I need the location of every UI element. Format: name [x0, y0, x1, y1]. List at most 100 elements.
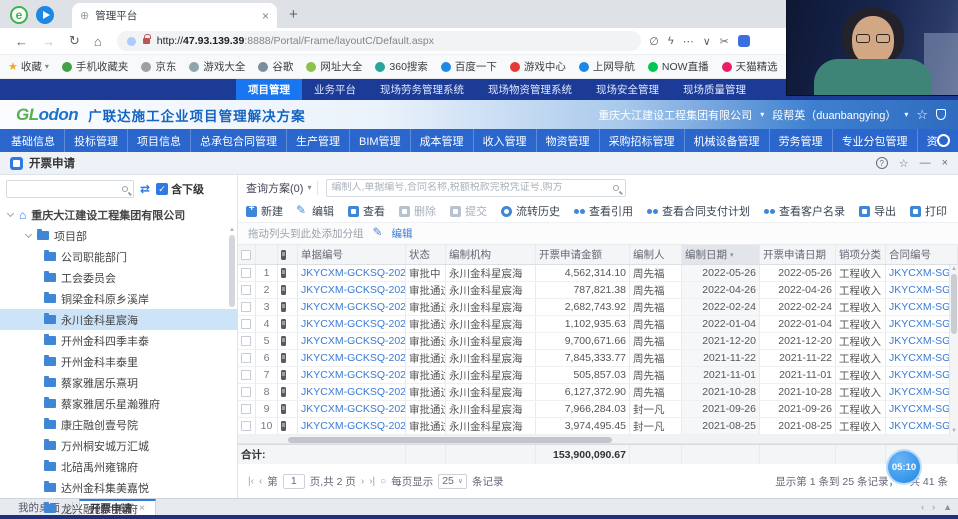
- attachment-icon[interactable]: [281, 302, 286, 312]
- table-row[interactable]: 6 JKYCXM-GCKSQ-2021... 审批通过 永川金科星宸海 7,84…: [238, 350, 958, 367]
- portal-nav-item[interactable]: 现场劳务管理系统: [368, 79, 476, 100]
- row-checkbox[interactable]: [241, 421, 251, 431]
- table-row[interactable]: 7 JKYCXM-GCKSQ-2021... 审批通过 永川金科星宸海 505,…: [238, 367, 958, 384]
- table-row[interactable]: 4 JKYCXM-GCKSQ-2022... 审批通过 永川金科星宸海 1,10…: [238, 316, 958, 333]
- url-box[interactable]: http://47.93.139.39:8888/Portal/Frame/la…: [117, 31, 642, 51]
- attachment-icon[interactable]: [281, 404, 286, 414]
- contract-link[interactable]: JKYCXM-SG...: [886, 401, 958, 417]
- project-tree-item[interactable]: 万州桐安城万汇城: [0, 435, 237, 456]
- module-menu-item[interactable]: 收入管理: [474, 129, 537, 152]
- project-tree-item[interactable]: 康庄融创壹号院: [0, 414, 237, 435]
- project-tree-item[interactable]: 蔡家雅居乐熹玥: [0, 372, 237, 393]
- table-row[interactable]: 2 JKYCXM-GCKSQ-2022... 审批通过 永川金科星宸海 787,…: [238, 282, 958, 299]
- col-category[interactable]: 销项分类: [836, 245, 886, 264]
- contract-link[interactable]: JKYCXM-SG...: [886, 282, 958, 298]
- refresh-icon[interactable]: ○: [380, 476, 386, 487]
- include-sub-checkbox[interactable]: ✓: [156, 183, 168, 195]
- portal-nav-item[interactable]: 业务平台: [302, 79, 368, 100]
- col-status[interactable]: 状态: [406, 245, 446, 264]
- project-tree-item[interactable]: 龙兴融创九宸府: [0, 498, 237, 519]
- portal-nav-item[interactable]: 项目管理: [236, 79, 302, 100]
- module-menu-item[interactable]: 劳务管理: [770, 129, 833, 152]
- doc-no-link[interactable]: JKYCXM-GCKSQ-2021...: [298, 367, 406, 383]
- back-icon[interactable]: ←: [15, 34, 28, 49]
- row-checkbox[interactable]: [241, 302, 251, 312]
- close-icon[interactable]: ×: [942, 157, 948, 169]
- select-all-checkbox[interactable]: [241, 250, 251, 260]
- record-search-input[interactable]: [331, 182, 613, 193]
- bookmark-item[interactable]: NOW直播: [648, 59, 709, 74]
- table-row[interactable]: 9 JKYCXM-GCKSQ-2021... 审批通过 永川金科星宸海 7,96…: [238, 401, 958, 418]
- portal-nav-item[interactable]: 现场安全管理: [584, 79, 671, 100]
- toolbar-button[interactable]: 查看合同支付计划: [647, 203, 750, 219]
- doc-no-link[interactable]: JKYCXM-GCKSQ-2021...: [298, 418, 406, 434]
- page-number-input[interactable]: 1: [283, 474, 305, 489]
- bookmark-item[interactable]: 网址大全: [306, 59, 362, 74]
- row-checkbox[interactable]: [241, 319, 251, 329]
- record-search-box[interactable]: [326, 179, 626, 197]
- row-checkbox[interactable]: [241, 268, 251, 278]
- block-icon[interactable]: ∅: [649, 35, 659, 48]
- extension-icon[interactable]: [738, 35, 750, 47]
- doc-no-link[interactable]: JKYCXM-GCKSQ-2022...: [298, 316, 406, 332]
- new-tab-button[interactable]: +: [289, 6, 298, 23]
- toolbar-button[interactable]: 导出: [859, 203, 896, 219]
- reload-icon[interactable]: ↻: [69, 33, 80, 49]
- doc-no-link[interactable]: JKYCXM-GCKSQ-2022...: [298, 282, 406, 298]
- toolbar-button[interactable]: 编辑: [297, 203, 334, 219]
- attachment-icon[interactable]: [281, 421, 286, 431]
- col-doc-no[interactable]: 单据编号: [298, 245, 406, 264]
- timer-bubble[interactable]: 05:10: [886, 449, 922, 485]
- module-menu-item[interactable]: 总承包合同管理: [191, 129, 287, 152]
- table-row[interactable]: 5 JKYCXM-GCKSQ-2021... 审批通过 永川金科星宸海 9,70…: [238, 333, 958, 350]
- contract-link[interactable]: JKYCXM-SG...: [886, 265, 958, 281]
- minimize-icon[interactable]: —: [920, 157, 931, 169]
- row-checkbox[interactable]: [241, 353, 251, 363]
- project-tree-item[interactable]: 开州金科丰泰里: [0, 351, 237, 372]
- vertical-scrollbar[interactable]: ▲ ▼: [949, 265, 958, 435]
- doc-no-link[interactable]: JKYCXM-GCKSQ-2021...: [298, 333, 406, 349]
- forward-icon[interactable]: →: [42, 34, 55, 49]
- contract-link[interactable]: JKYCXM-SG...: [886, 367, 958, 383]
- tab-scroll-left-icon[interactable]: ‹: [921, 502, 924, 512]
- group-drop-zone[interactable]: 拖动列头到此处添加分组 编辑: [238, 223, 958, 245]
- home-icon[interactable]: ⌂: [94, 34, 102, 49]
- doc-no-link[interactable]: JKYCXM-GCKSQ-2021...: [298, 350, 406, 366]
- edit-columns-link[interactable]: 编辑: [392, 226, 413, 241]
- attachment-icon[interactable]: [281, 353, 286, 363]
- prev-page-icon[interactable]: ‹: [259, 476, 262, 487]
- webcam-video[interactable]: [786, 0, 958, 96]
- col-person[interactable]: 编制人: [630, 245, 682, 264]
- first-page-icon[interactable]: |‹: [248, 476, 254, 487]
- col-contract[interactable]: 合同编号: [886, 245, 958, 264]
- bookmark-item[interactable]: 谷歌: [258, 59, 293, 74]
- sidebar-scrollbar[interactable]: ▲: [228, 227, 236, 492]
- next-page-icon[interactable]: ›: [361, 476, 364, 487]
- scrollbar-thumb[interactable]: [229, 235, 235, 307]
- attachment-icon[interactable]: [281, 370, 286, 380]
- tab-scroll-right-icon[interactable]: ›: [932, 502, 935, 512]
- tab-list-icon[interactable]: ▲: [943, 502, 952, 512]
- more-icon[interactable]: ⋯: [683, 35, 694, 48]
- shield-icon[interactable]: [936, 109, 946, 120]
- tree-root-company[interactable]: ⌂ 重庆大江建设工程集团有限公司: [0, 204, 237, 225]
- portal-nav-item[interactable]: 现场质量管理: [671, 79, 758, 100]
- ribbon-circle-icon[interactable]: [937, 134, 950, 147]
- toolbar-button[interactable]: 提交: [450, 203, 487, 219]
- bookmark-item[interactable]: 手机收藏夹: [62, 59, 129, 74]
- attachment-icon[interactable]: [281, 336, 286, 346]
- doc-no-link[interactable]: JKYCXM-GCKSQ-2021...: [298, 401, 406, 417]
- scrollbar-thumb[interactable]: [288, 437, 612, 443]
- scrollbar-thumb[interactable]: [951, 274, 957, 334]
- bookmark-item[interactable]: 游戏大全: [189, 59, 245, 74]
- toolbar-button[interactable]: 删除: [399, 203, 436, 219]
- col-org[interactable]: 编制机构: [446, 245, 536, 264]
- page-size-select[interactable]: 25∨: [438, 474, 467, 489]
- flash-icon[interactable]: ϟ: [668, 35, 674, 47]
- toolbar-button[interactable]: 打印: [910, 203, 947, 219]
- toolbar-button[interactable]: 新建: [246, 203, 283, 219]
- bookmark-item[interactable]: 天猫精选: [722, 59, 778, 74]
- project-tree-item[interactable]: 公司职能部门: [0, 246, 237, 267]
- contract-link[interactable]: JKYCXM-SG...: [886, 333, 958, 349]
- doc-no-link[interactable]: JKYCXM-GCKSQ-2021...: [298, 384, 406, 400]
